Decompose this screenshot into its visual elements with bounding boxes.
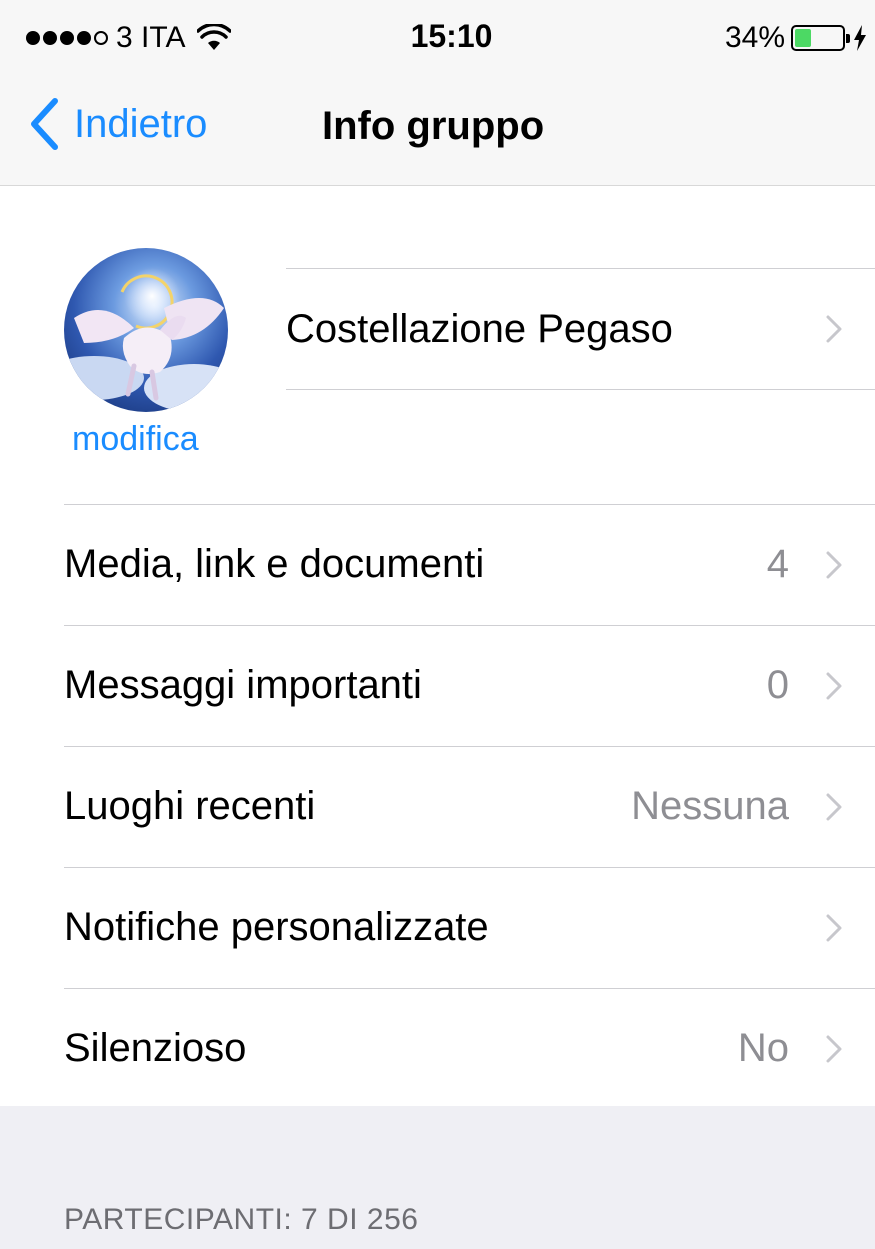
chevron-left-icon bbox=[31, 98, 58, 150]
row-label: Silenzioso bbox=[64, 1026, 247, 1070]
row-mute[interactable]: Silenzioso No bbox=[0, 988, 875, 1109]
row-custom-notifications[interactable]: Notifiche personalizzate bbox=[0, 867, 875, 988]
group-name: Costellazione Pegaso bbox=[286, 307, 673, 351]
chevron-right-icon bbox=[826, 793, 842, 821]
charging-bolt-icon bbox=[854, 25, 866, 51]
group-name-row[interactable]: Costellazione Pegaso bbox=[286, 268, 875, 390]
participants-section-header: PARTECIPANTI: 7 DI 256 bbox=[64, 1203, 419, 1236]
navigation-bar: Indietro Info gruppo bbox=[0, 72, 875, 186]
clock-time: 15:10 bbox=[410, 18, 493, 54]
page-title: Info gruppo bbox=[322, 104, 545, 148]
pegasus-avatar-icon bbox=[64, 248, 228, 412]
group-info-content: modifica Costellazione Pegaso Media, lin… bbox=[0, 186, 875, 1106]
chevron-right-icon bbox=[826, 672, 842, 700]
chevron-right-icon bbox=[826, 315, 842, 343]
row-media-links-docs[interactable]: Media, link e documenti 4 bbox=[0, 504, 875, 625]
battery-fill bbox=[795, 29, 811, 47]
battery-icon bbox=[791, 25, 850, 51]
status-right: 34% bbox=[725, 20, 867, 56]
row-recent-places[interactable]: Luoghi recenti Nessuna bbox=[0, 746, 875, 867]
row-value: 4 bbox=[766, 542, 789, 586]
row-label: Messaggi importanti bbox=[64, 663, 422, 707]
edit-avatar-link[interactable]: modifica bbox=[72, 420, 199, 459]
chevron-right-icon bbox=[826, 551, 842, 579]
battery-percent: 34% bbox=[724, 21, 785, 54]
status-bar: 3 ITA 15:10 34% bbox=[0, 0, 875, 72]
row-value: No bbox=[737, 1026, 789, 1070]
back-label: Indietro bbox=[74, 101, 208, 146]
row-value: 0 bbox=[766, 663, 789, 707]
row-label: Notifiche personalizzate bbox=[64, 905, 489, 949]
row-starred-messages[interactable]: Messaggi importanti 0 bbox=[0, 625, 875, 746]
group-avatar[interactable] bbox=[64, 248, 228, 412]
chevron-right-icon bbox=[826, 1035, 842, 1063]
back-button[interactable]: Indietro bbox=[28, 94, 207, 154]
row-label: Luoghi recenti bbox=[64, 784, 316, 828]
row-label: Media, link e documenti bbox=[64, 542, 485, 586]
chevron-right-icon bbox=[826, 914, 842, 942]
row-value: Nessuna bbox=[631, 784, 789, 828]
